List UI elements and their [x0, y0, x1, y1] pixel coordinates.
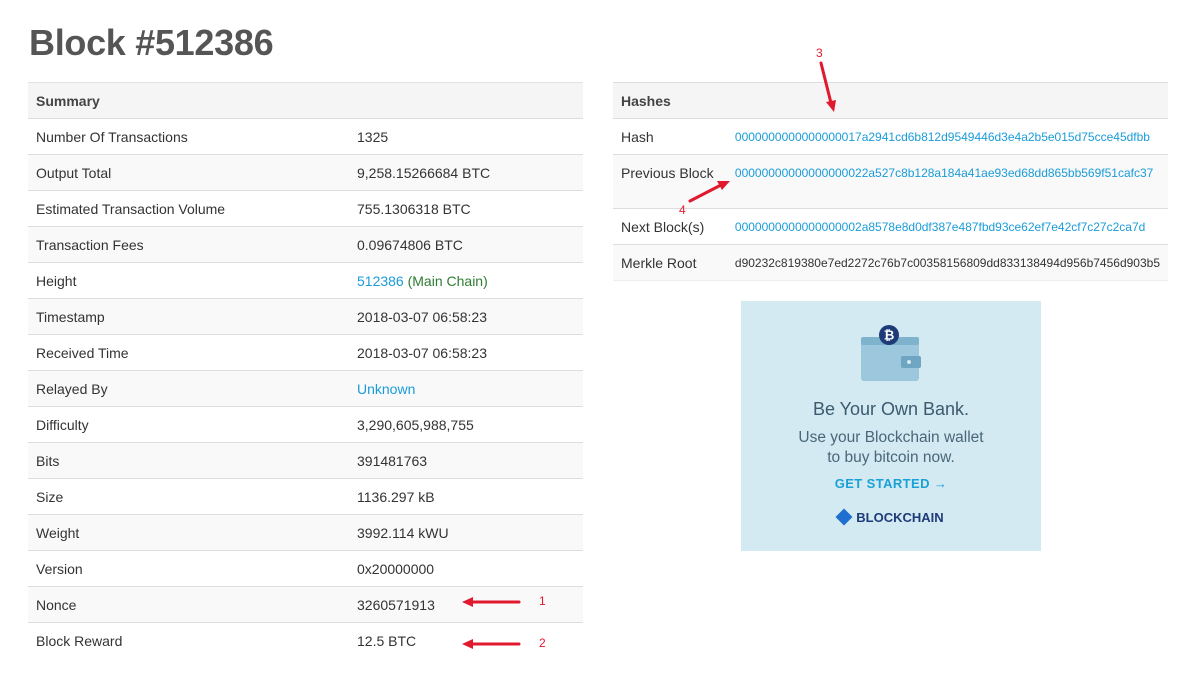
- annotation-label-2: 2: [539, 636, 546, 650]
- annotation-label-1: 1: [539, 594, 546, 608]
- annotation-arrowhead-2: [462, 639, 473, 649]
- annotation-label-4: 4: [679, 203, 686, 217]
- annotation-arrow-3: [819, 61, 833, 105]
- annotation-label-3: 3: [816, 46, 823, 60]
- annotation-arrowhead-1: [462, 597, 473, 607]
- annotation-arrow-4: [688, 183, 723, 203]
- annotation-arrows: [462, 61, 836, 649]
- annotation-arrowhead-3: [826, 100, 836, 112]
